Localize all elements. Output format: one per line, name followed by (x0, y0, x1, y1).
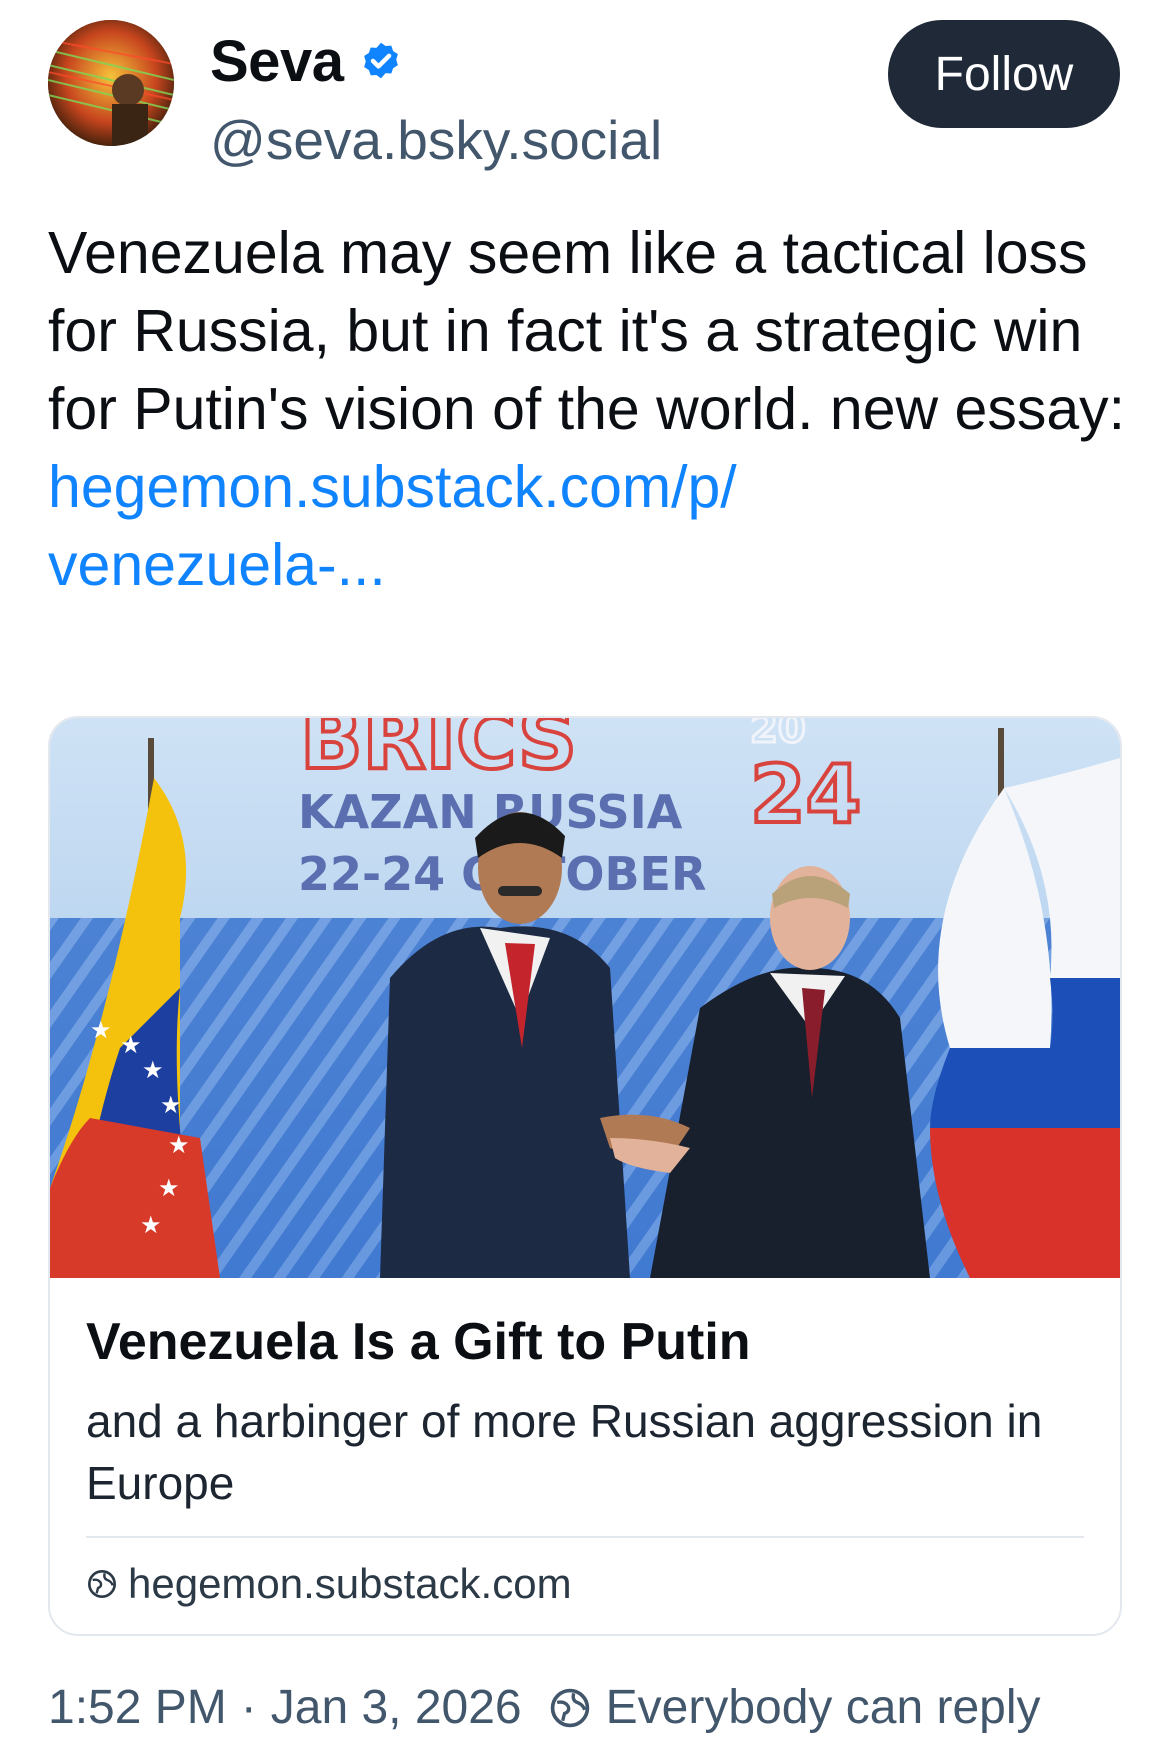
svg-text:★: ★ (160, 1091, 182, 1119)
link-preview-description: and a harbinger of more Russian aggressi… (86, 1395, 1043, 1509)
post-link-line-2: venezuela-... (48, 532, 386, 598)
svg-text:★: ★ (168, 1131, 190, 1159)
svg-text:★: ★ (120, 1031, 142, 1059)
link-preview-domain-text: hegemon.substack.com (128, 1560, 572, 1607)
post-link[interactable]: hegemon.substack.com/p/ venezuela-... (48, 448, 1128, 604)
author-name-row: Seva (210, 28, 403, 95)
globe-icon (550, 1688, 589, 1727)
post-header: Seva @seva.bsky.social Follow (0, 0, 1170, 180)
avatar[interactable] (48, 20, 174, 146)
author-display-name[interactable]: Seva (210, 28, 344, 95)
author-handle[interactable]: @seva.bsky.social (210, 108, 662, 172)
banner-event: BRICS (300, 718, 577, 788)
post-link-line-1: hegemon.substack.com/p/ (48, 454, 737, 520)
post-footer: 1:52 PM · Jan 3, 2026 Everybody can repl… (48, 1680, 1041, 1735)
banner-year-bottom: 24 (750, 748, 861, 841)
post-text: Venezuela may seem like a tactical loss … (48, 220, 1126, 442)
link-preview-card[interactable]: BRICS 20 24 KAZAN RUSSIA 22-24 OCTOBER ★… (48, 716, 1122, 1636)
globe-icon (88, 1570, 116, 1598)
svg-text:★: ★ (140, 1211, 162, 1239)
link-preview-image[interactable]: BRICS 20 24 KAZAN RUSSIA 22-24 OCTOBER ★… (50, 718, 1120, 1278)
svg-text:★: ★ (142, 1056, 164, 1084)
post-date: Jan 3, 2026 (270, 1681, 522, 1734)
link-preview-domain: hegemon.substack.com (86, 1560, 572, 1608)
footer-separator: · (240, 1681, 257, 1734)
reply-setting[interactable]: Everybody can reply (606, 1680, 1041, 1735)
svg-text:★: ★ (90, 1016, 112, 1044)
verified-check-icon (364, 42, 399, 78)
card-divider (86, 1536, 1084, 1538)
follow-button[interactable]: Follow (888, 20, 1120, 128)
banner-year-top: 20 (750, 718, 806, 752)
link-preview-title: Venezuela Is a Gift to Putin (86, 1313, 751, 1371)
post-time: 1:52 PM (48, 1681, 227, 1734)
post-body: Venezuela may seem like a tactical loss … (48, 214, 1128, 604)
svg-text:★: ★ (158, 1174, 180, 1202)
